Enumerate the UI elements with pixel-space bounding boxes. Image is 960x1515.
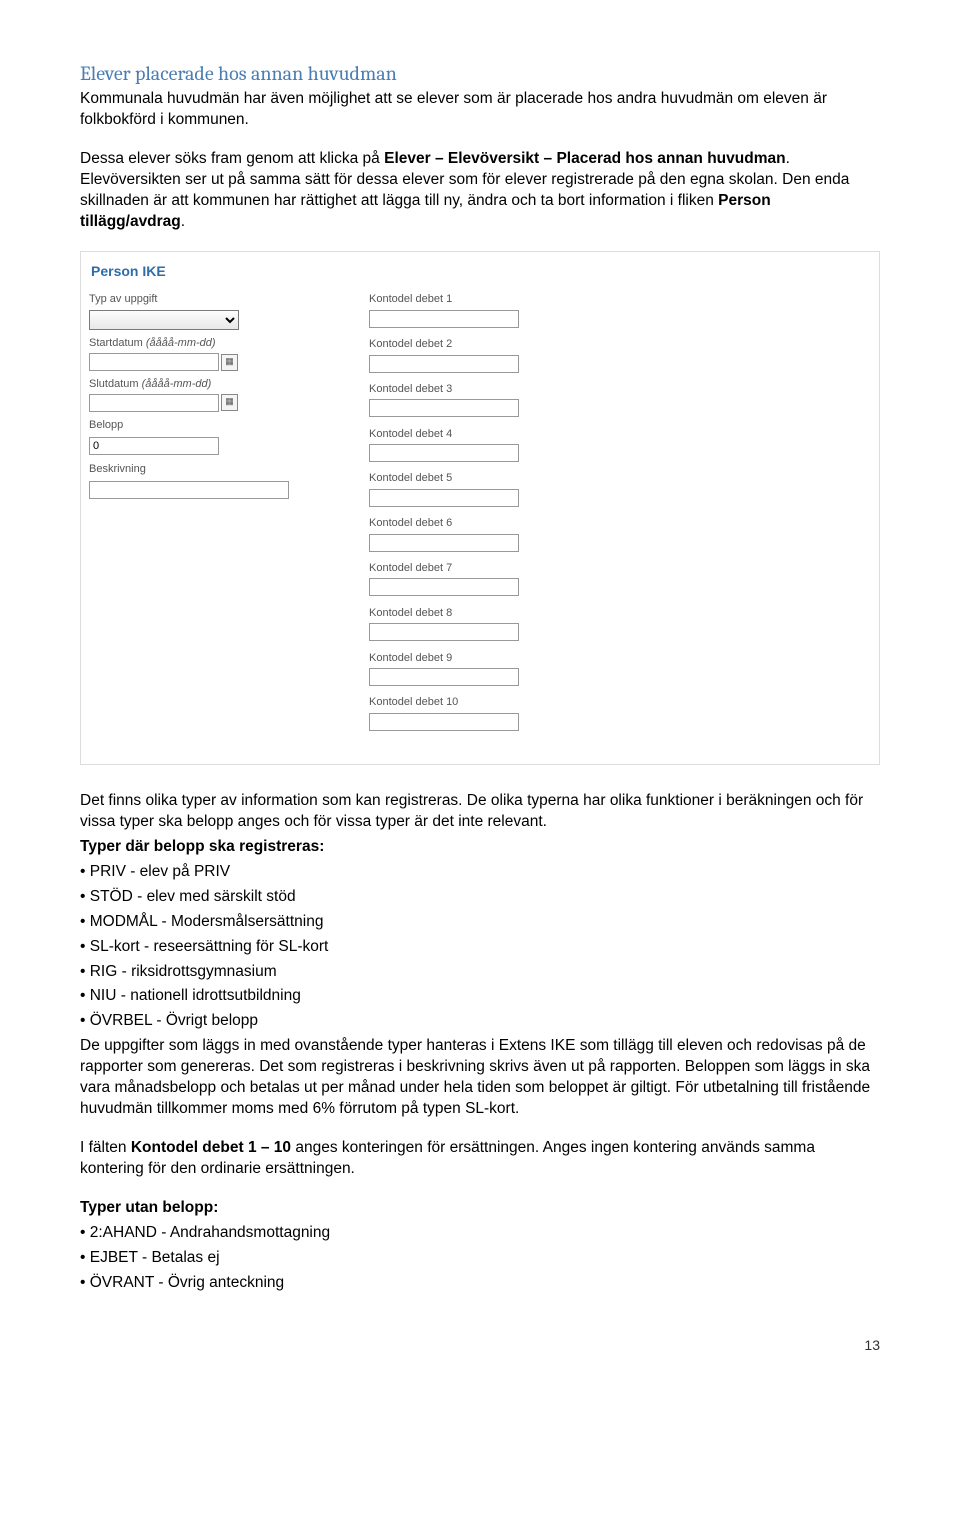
page-number: 13 [80,1336,880,1355]
list-item: • ÖVRANT - Övrig anteckning [80,1273,880,1294]
form-title: Person IKE [91,262,871,281]
kontodel-bold: Kontodel debet 1 – 10 [131,1139,291,1156]
body-para-1: Det finns olika typer av information som… [80,791,880,833]
kontodel-label: Kontodel debet 4 [369,427,599,442]
kontodel-input[interactable] [369,623,519,641]
types-with-amount-heading: Typer där belopp ska registreras: [80,837,880,858]
kontodel-input[interactable] [369,713,519,731]
instruction-paragraph: Dessa elever söks fram genom att klicka … [80,149,880,233]
intro-paragraph: Kommunala huvudmän har även möjlighet at… [80,89,880,131]
kontodel-input[interactable] [369,578,519,596]
start-input[interactable] [89,353,219,371]
list-item: • EJBET - Betalas ej [80,1248,880,1269]
section-heading: Elever placerade hos annan huvudman [80,60,880,87]
list-item: • NIU - nationell idrottsutbildning [80,986,880,1007]
belopp-label: Belopp [89,418,319,433]
start-label-text: Startdatum [89,337,143,349]
belopp-input[interactable] [89,437,219,455]
kontodel-label: Kontodel debet 2 [369,337,599,352]
list-item: • RIG - riksidrottsgymnasium [80,962,880,983]
body-para-3: De uppgifter som läggs in med ovanståend… [80,1036,880,1120]
instr-text-3: . [181,213,185,230]
kontodel-input[interactable] [369,355,519,373]
instr-bold-1: Elever – Elevöversikt – Placerad hos ann… [384,150,785,167]
bullet-list-1: • PRIV - elev på PRIV • STÖD - elev med s… [80,862,880,1032]
list-item: • PRIV - elev på PRIV [80,862,880,883]
slut-label: Slutdatum (åååå-mm-dd) [89,377,319,392]
calendar-icon[interactable]: ▦ [221,354,238,371]
kontodel-input[interactable] [369,310,519,328]
kontodel-paragraph: I fälten Kontodel debet 1 – 10 anges kon… [80,1138,880,1180]
kontodel-label: Kontodel debet 5 [369,471,599,486]
kontodel-label: Kontodel debet 6 [369,516,599,531]
slut-input[interactable] [89,394,219,412]
form-left-column: Typ av uppgift Startdatum (åååå-mm-dd) ▦… [89,292,319,740]
list-item: • MODMÅL - Modersmålsersättning [80,912,880,933]
instr-text-1: Dessa elever söks fram genom att klicka … [80,150,384,167]
list-item: • STÖD - elev med särskilt stöd [80,887,880,908]
types-without-amount-heading: Typer utan belopp: [80,1198,880,1219]
kontodel-input[interactable] [369,534,519,552]
kontodel-label: Kontodel debet 7 [369,561,599,576]
kontodel-label: Kontodel debet 1 [369,292,599,307]
kontodel-text-a: I fälten [80,1139,131,1156]
start-label: Startdatum (åååå-mm-dd) [89,336,319,351]
kontodel-label: Kontodel debet 10 [369,695,599,710]
calendar-icon[interactable]: ▦ [221,394,238,411]
kontodel-label: Kontodel debet 8 [369,606,599,621]
list-item: • ÖVRBEL - Övrigt belopp [80,1011,880,1032]
list-item: • SL-kort - reseersättning för SL-kort [80,937,880,958]
form-right-column: Kontodel debet 1 Kontodel debet 2 Kontodel… [369,292,599,740]
slut-hint: (åååå-mm-dd) [142,378,212,390]
typ-select[interactable] [89,310,239,330]
kontodel-input[interactable] [369,444,519,462]
start-hint: (åååå-mm-dd) [146,337,216,349]
list-item: • 2:AHAND - Andrahandsmottagning [80,1223,880,1244]
slut-label-text: Slutdatum [89,378,139,390]
kontodel-input[interactable] [369,399,519,417]
typ-label: Typ av uppgift [89,292,319,307]
beskr-input[interactable] [89,481,289,499]
person-ike-form: Person IKE Typ av uppgift Startdatum (åå… [80,251,880,766]
kontodel-input[interactable] [369,668,519,686]
kontodel-label: Kontodel debet 3 [369,382,599,397]
kontodel-label: Kontodel debet 9 [369,651,599,666]
kontodel-input[interactable] [369,489,519,507]
beskr-label: Beskrivning [89,462,319,477]
bullet-list-2: • 2:AHAND - Andrahandsmottagning • EJBET … [80,1223,880,1294]
